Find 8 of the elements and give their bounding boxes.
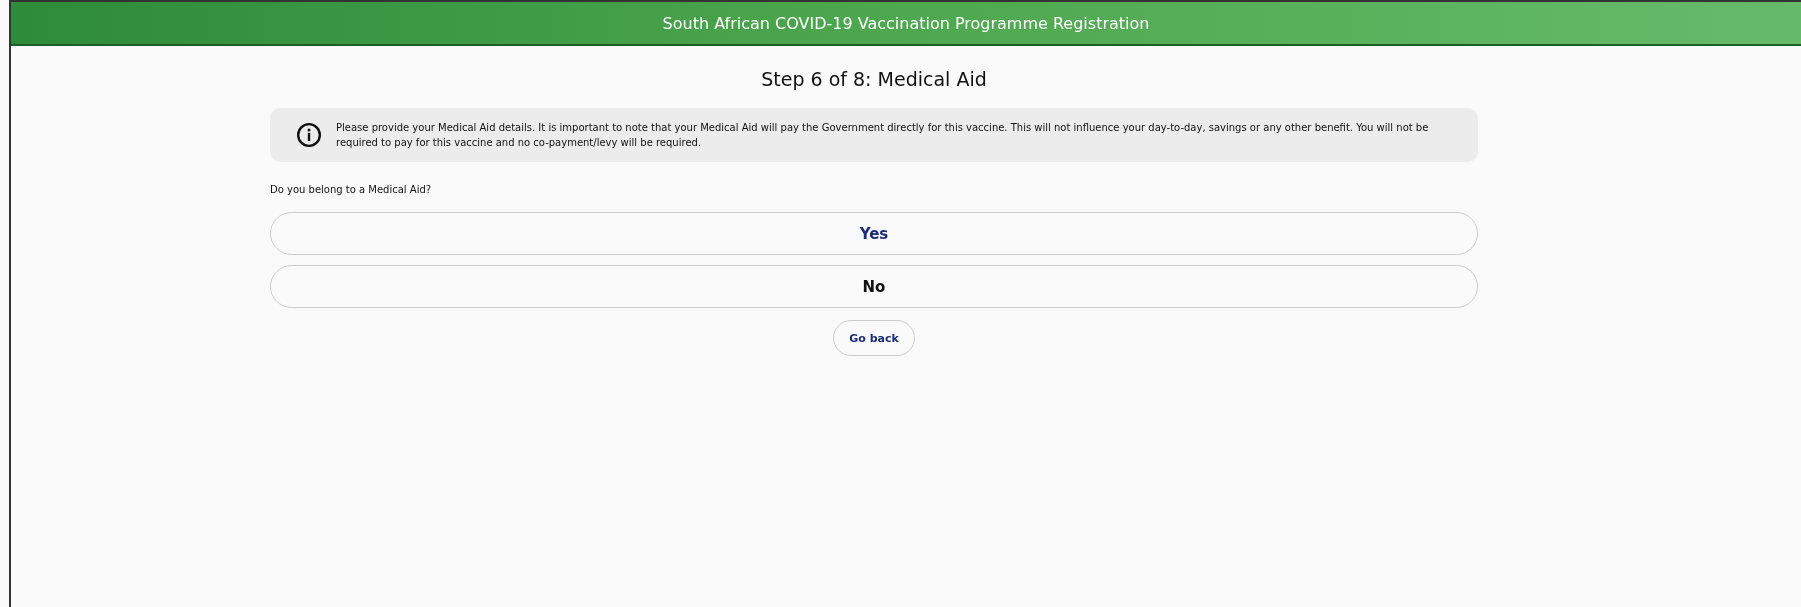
answer-option-button[interactable]: Yes — [270, 212, 1478, 255]
step-title: Step 6 of 8: Medical Aid — [760, 68, 988, 90]
info-icon — [296, 122, 322, 148]
go-back-button[interactable]: Go back — [833, 320, 915, 356]
header-title: South African COVID-19 Vaccination Programme Registration — [662, 13, 1150, 33]
info-text: Please provide your Medical Aid details. It is important to note that your Medical Aid will pay the Government directly for this vaccine. This will not influence your day-to-day, savings or any other benefit. You will not be required to pay for this vaccine and no co-payment/levy will be required. — [336, 121, 1430, 150]
answer-option-button[interactable]: No — [270, 265, 1478, 308]
question-label: Do you belong to a Medical Aid? — [270, 184, 433, 195]
